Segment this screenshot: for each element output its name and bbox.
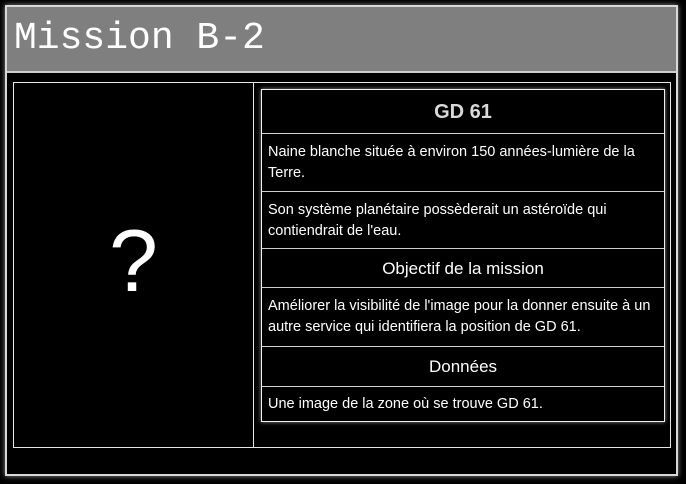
mission-title: Mission B-2: [14, 17, 265, 60]
objective-heading: Objectif de la mission: [262, 249, 664, 288]
object-name-heading: GD 61: [262, 90, 664, 134]
description-row-1: Naine blanche située à environ 150 année…: [262, 134, 664, 192]
unknown-image-icon: ?: [109, 211, 158, 310]
data-text: Une image de la zone où se trouve GD 61.: [268, 396, 543, 412]
data-row: Une image de la zone où se trouve GD 61.: [262, 387, 664, 421]
description-text-1: Naine blanche située à environ 150 année…: [268, 144, 635, 181]
data-heading: Données: [262, 347, 664, 387]
image-placeholder-pane[interactable]: ?: [14, 83, 254, 447]
objective-text: Améliorer la visibilité de l'image pour …: [268, 298, 651, 335]
description-row-2: Son système planétaire possèderait un as…: [262, 192, 664, 249]
mission-window: Mission B-2 ? GD 61 Naine blanche située…: [5, 5, 678, 476]
mission-info-table: GD 61 Naine blanche située à environ 150…: [261, 89, 665, 422]
mission-content: ? GD 61 Naine blanche située à environ 1…: [13, 82, 671, 448]
description-text-2: Son système planétaire possèderait un as…: [268, 202, 607, 239]
objective-row: Améliorer la visibilité de l'image pour …: [262, 288, 664, 347]
title-bar: Mission B-2: [7, 7, 676, 73]
